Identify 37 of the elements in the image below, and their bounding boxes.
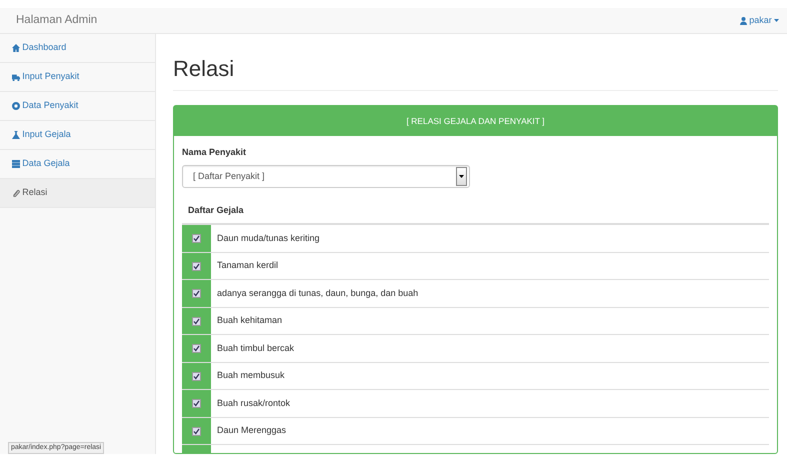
truck-icon xyxy=(12,73,20,81)
caret-icon xyxy=(774,19,779,22)
flask-icon xyxy=(12,131,20,139)
paperclip-icon xyxy=(12,189,20,197)
symptom-label: Buah timbul bercak xyxy=(216,342,294,355)
symptom-label: Buah kehitaman xyxy=(216,314,282,328)
user-icon xyxy=(740,16,747,24)
checkbox[interactable] xyxy=(192,234,201,244)
field-label: Nama Penyakit xyxy=(182,146,248,160)
checkbox[interactable] xyxy=(192,316,201,326)
user-menu[interactable]: pakar xyxy=(740,14,779,28)
page-title: Relasi xyxy=(173,56,234,81)
checkbox[interactable] xyxy=(192,372,201,381)
symptom-label: adanya serangga di tunas, daun, bunga, dan buah xyxy=(216,286,418,300)
lifebuoy-icon xyxy=(12,102,20,110)
checkbox[interactable] xyxy=(192,262,201,271)
sidebar-item[interactable]: Data Penyakit xyxy=(0,92,155,121)
panel-heading: [ RELASI GEJALA DAN PENYAKIT ] xyxy=(406,115,545,128)
disease-select[interactable]: [ Daftar Penyakit ] xyxy=(182,164,470,188)
symptom-label: Buah membusuk xyxy=(216,369,285,382)
list-icon xyxy=(12,160,20,168)
checkbox[interactable] xyxy=(192,426,201,436)
symptom-label: Daun muda/tunas keriting xyxy=(216,232,320,245)
sidebar-item[interactable]: Input Penyakit xyxy=(0,63,155,92)
home-icon xyxy=(12,44,20,52)
app-title[interactable]: Halaman Admin xyxy=(16,12,98,30)
sidebar-item[interactable]: Dashboard xyxy=(0,34,155,63)
list-title: Daftar Gejala xyxy=(188,204,245,217)
caret-icon xyxy=(456,166,467,186)
checkbox[interactable] xyxy=(192,399,201,408)
sidebar-item[interactable]: Input Gejala xyxy=(0,121,155,150)
checkbox[interactable] xyxy=(192,344,201,354)
symptom-label: Daun Merenggas xyxy=(216,424,286,438)
sidebar-item[interactable]: Relasi xyxy=(0,179,155,208)
symptom-label: Buah rusak/rontok xyxy=(216,396,290,410)
symptom-label: Tanaman kerdil xyxy=(216,259,278,272)
checkbox[interactable] xyxy=(192,289,201,298)
